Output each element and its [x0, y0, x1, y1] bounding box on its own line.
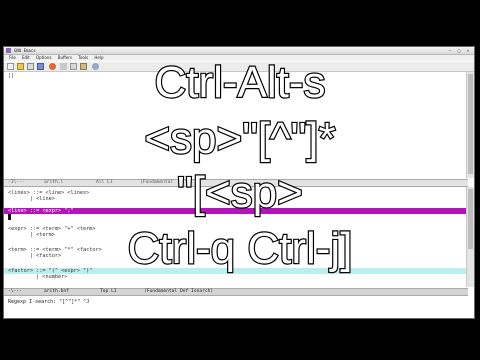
minibuffer[interactable]: Regexp I-search: "[^"]*" ^J [4, 298, 474, 307]
overlay-caption-line-4: Ctrl-q Ctrl-j] [126, 223, 353, 274]
bottom-modeline-status: -\--- [8, 289, 22, 294]
bottom-modeline-buffer: arith.bnf [44, 289, 69, 294]
grammar-line: | <number> [8, 274, 68, 280]
overlay-caption-line-1: Ctrl-Alt-s [153, 57, 326, 108]
close-button[interactable]: × [464, 48, 472, 53]
bottom-mode-line: -\--- arith.bnf Top L1 (Fundamental Def … [4, 288, 468, 296]
minimize-button[interactable]: – [446, 48, 454, 53]
bottom-modeline-position: Top L1 [100, 289, 117, 294]
window-title: GNU Emacs [14, 48, 36, 53]
title-bar: GNU Emacs – □ × [4, 47, 474, 55]
maximize-button[interactable]: □ [455, 48, 463, 53]
emacs-app-icon [6, 48, 11, 53]
screen: GNU Emacs – □ × File Edit Options Buffer… [0, 0, 480, 360]
bottom-modeline-mode: (Fundamental Def Isearch) [144, 289, 214, 294]
overlay-caption-line-3: "[<sp> [176, 167, 304, 218]
overlay-caption-line-2: <sp>"[^"]* [143, 113, 337, 164]
